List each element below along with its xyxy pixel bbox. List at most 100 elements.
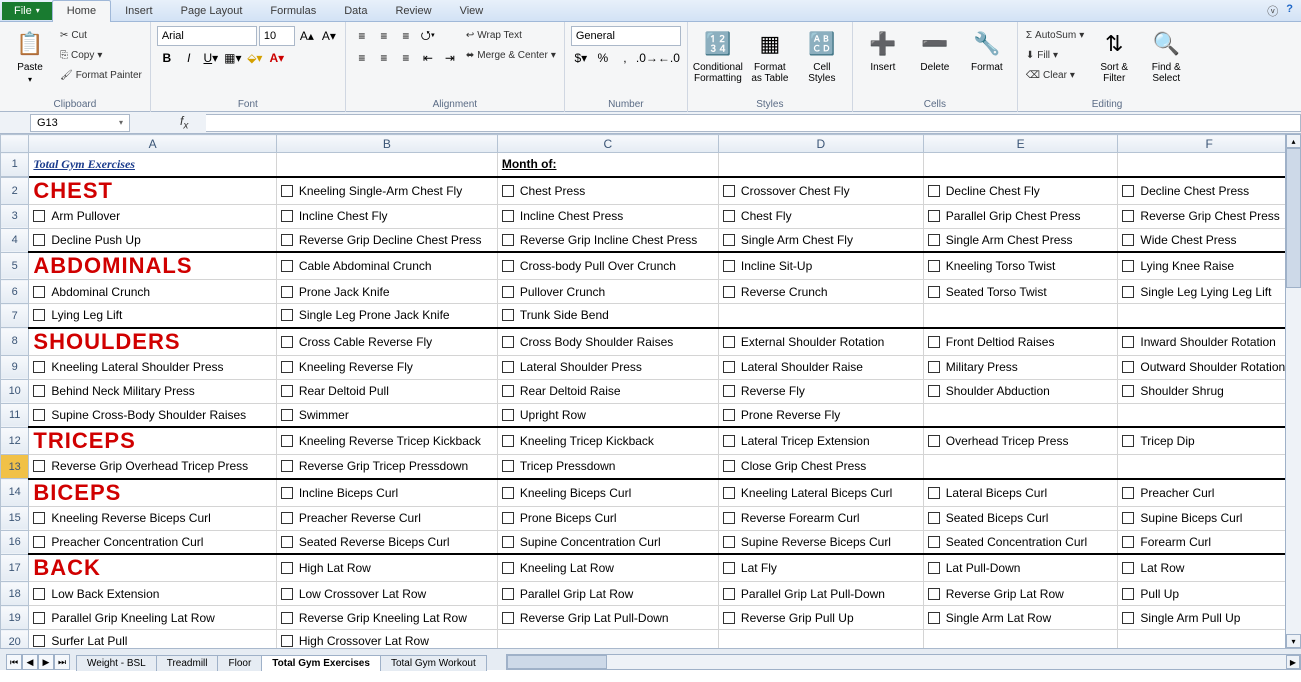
cell[interactable]: Low Back Extension [29,582,276,606]
checkbox-icon[interactable] [1122,260,1134,272]
checkbox-icon[interactable] [281,309,293,321]
checkbox-icon[interactable] [723,562,735,574]
cell[interactable]: External Shoulder Rotation [718,328,923,356]
find-select-button[interactable]: 🔍Find & Select [1142,24,1190,88]
category-header[interactable]: ABDOMINALS [29,252,276,280]
cell[interactable]: Tricep Pressdown [497,455,718,479]
copy-button[interactable]: ⎘Copy ▾ [58,46,144,64]
cell[interactable]: Seated Torso Twist [923,280,1118,304]
cell[interactable] [923,630,1118,649]
cell[interactable] [1118,403,1301,427]
cell[interactable]: Low Crossover Lat Row [276,582,497,606]
checkbox-icon[interactable] [33,385,45,397]
checkbox-icon[interactable] [502,512,514,524]
cell[interactable]: Rear Deltoid Pull [276,379,497,403]
cell[interactable]: Decline Chest Press [1118,177,1301,205]
category-header[interactable]: BICEPS [29,479,276,507]
cell[interactable]: Seated Biceps Curl [923,506,1118,530]
checkbox-icon[interactable] [928,185,940,197]
cell[interactable]: Seated Concentration Curl [923,530,1118,554]
inc-decimal-icon[interactable]: .0→ [637,48,657,68]
checkbox-icon[interactable] [1122,361,1134,373]
increase-font-icon[interactable]: A▴ [297,26,317,46]
checkbox-icon[interactable] [928,487,940,499]
cell[interactable]: Lat Pull-Down [923,554,1118,582]
cell[interactable]: Lying Knee Raise [1118,252,1301,280]
align-right-icon[interactable]: ≡ [396,48,416,68]
checkbox-icon[interactable] [502,409,514,421]
cell[interactable]: Overhead Tricep Press [923,427,1118,455]
sort-filter-button[interactable]: ⇅Sort & Filter [1090,24,1138,88]
cell[interactable]: Trunk Side Bend [497,304,718,328]
tab-review[interactable]: Review [381,0,445,22]
currency-icon[interactable]: $▾ [571,48,591,68]
checkbox-icon[interactable] [928,260,940,272]
checkbox-icon[interactable] [723,588,735,600]
cell[interactable] [1118,630,1301,649]
checkbox-icon[interactable] [723,361,735,373]
checkbox-icon[interactable] [281,185,293,197]
tab-insert[interactable]: Insert [111,0,167,22]
checkbox-icon[interactable] [502,210,514,222]
cell[interactable]: Upright Row [497,403,718,427]
row-header[interactable]: 10 [1,379,29,403]
checkbox-icon[interactable] [281,361,293,373]
cell[interactable]: Supine Cross-Body Shoulder Raises [29,403,276,427]
cell[interactable]: Swimmer [276,403,497,427]
cell[interactable]: Cross Body Shoulder Raises [497,328,718,356]
sheet-tab[interactable]: Total Gym Exercises [261,655,381,671]
cell[interactable]: Kneeling Reverse Tricep Kickback [276,427,497,455]
sheet-tab[interactable]: Treadmill [156,655,219,671]
format-painter-button[interactable]: 🖌Format Painter [58,66,144,84]
fx-icon[interactable]: fx [180,114,188,131]
checkbox-icon[interactable] [502,185,514,197]
row-header[interactable]: 17 [1,554,29,582]
checkbox-icon[interactable] [928,385,940,397]
cell[interactable] [923,455,1118,479]
checkbox-icon[interactable] [281,536,293,548]
checkbox-icon[interactable] [723,435,735,447]
cell[interactable]: Lat Row [1118,554,1301,582]
cell[interactable]: Incline Chest Fly [276,204,497,228]
row-header[interactable]: 14 [1,479,29,507]
checkbox-icon[interactable] [502,286,514,298]
font-color-button[interactable]: A▾ [267,48,287,68]
checkbox-icon[interactable] [33,309,45,321]
checkbox-icon[interactable] [723,185,735,197]
name-box[interactable]: G13▾ [30,114,130,132]
category-header[interactable]: CHEST [29,177,276,205]
cell[interactable]: Close Grip Chest Press [718,455,923,479]
sheet-title[interactable]: Total Gym Exercises [29,153,276,177]
checkbox-icon[interactable] [281,385,293,397]
cell[interactable]: Single Leg Prone Jack Knife [276,304,497,328]
row-header[interactable]: 20 [1,630,29,649]
tab-page-layout[interactable]: Page Layout [167,0,257,22]
cell[interactable]: Surfer Lat Pull [29,630,276,649]
checkbox-icon[interactable] [723,487,735,499]
cell[interactable]: Lateral Biceps Curl [923,479,1118,507]
select-all-corner[interactable] [1,135,29,153]
cell[interactable]: Cable Abdominal Crunch [276,252,497,280]
checkbox-icon[interactable] [281,336,293,348]
align-center-icon[interactable]: ≡ [374,48,394,68]
checkbox-icon[interactable] [928,435,940,447]
align-left-icon[interactable]: ≡ [352,48,372,68]
row-header[interactable]: 19 [1,606,29,630]
checkbox-icon[interactable] [33,361,45,373]
checkbox-icon[interactable] [281,612,293,624]
checkbox-icon[interactable] [502,536,514,548]
col-header-E[interactable]: E [923,135,1118,153]
cell[interactable]: Reverse Grip Lat Pull-Down [497,606,718,630]
checkbox-icon[interactable] [1122,562,1134,574]
checkbox-icon[interactable] [281,512,293,524]
cell[interactable]: Preacher Reverse Curl [276,506,497,530]
row-header[interactable]: 18 [1,582,29,606]
month-label[interactable]: Month of: [497,153,718,177]
sheet-nav-first[interactable]: ⏮ [6,654,22,670]
cell[interactable]: Lying Leg Lift [29,304,276,328]
decrease-font-icon[interactable]: A▾ [319,26,339,46]
format-as-table-button[interactable]: ▦Format as Table [746,24,794,88]
checkbox-icon[interactable] [33,409,45,421]
fill-button[interactable]: ⬇Fill ▾ [1024,46,1086,64]
align-top-icon[interactable]: ≡ [352,26,372,46]
